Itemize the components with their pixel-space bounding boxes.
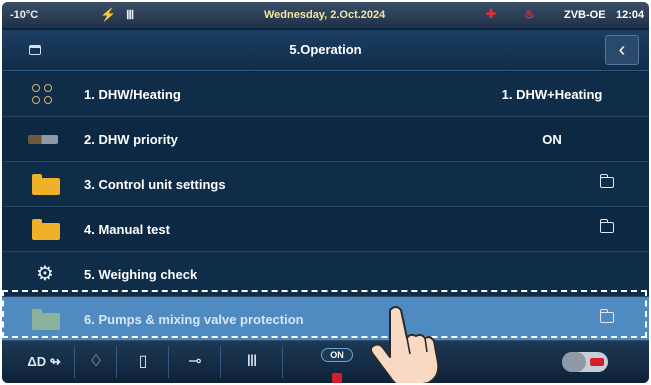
touch-hand-icon xyxy=(370,306,440,383)
menu-item-dhw-priority[interactable]: 2. DHW priority ON xyxy=(2,117,649,162)
menu-item-value: ON xyxy=(542,132,562,147)
mode-label: ΔD xyxy=(27,354,47,369)
menu-list: 1. DHW/Heating 1. DHW+Heating 2. DHW pri… xyxy=(2,72,649,342)
folder-icon xyxy=(32,309,60,330)
chevron-left-icon: ‹ xyxy=(618,39,626,61)
menu-item-label: 6. Pumps & mixing valve protection xyxy=(84,312,304,327)
menu-item-label: 1. DHW/Heating xyxy=(84,87,181,102)
folder-icon xyxy=(32,174,60,195)
alarm-icon[interactable]: ⚡ xyxy=(100,7,116,22)
status-bar: -10°C ⚡ Ⅲ Wednesday, 2.Oct.2024 ✚ ♨ ZVB-… xyxy=(2,2,649,28)
open-folder-icon[interactable] xyxy=(599,219,614,233)
back-button[interactable]: ‹ xyxy=(605,35,639,65)
flame-button[interactable]: ♢ xyxy=(76,346,117,378)
pump-icon: ✚ xyxy=(486,7,497,21)
menu-item-control-unit-settings[interactable]: 3. Control unit settings xyxy=(2,162,649,207)
header: 5.Operation ‹ xyxy=(2,30,649,71)
stop-icon xyxy=(332,373,342,383)
menu-item-dhw-heating[interactable]: 1. DHW/Heating 1. DHW+Heating xyxy=(2,72,649,117)
toggle-knob xyxy=(562,352,586,372)
radiator-button[interactable]: Ⅲ xyxy=(222,346,283,378)
dhw-priority-icon xyxy=(28,135,58,144)
menu-item-manual-test[interactable]: 4. Manual test xyxy=(2,207,649,252)
status-time: 12:04 xyxy=(616,9,645,21)
burner-icon: ♨ xyxy=(524,7,535,21)
radiator-icon: Ⅲ xyxy=(246,353,258,370)
tap-button[interactable]: ⊸ xyxy=(170,346,221,378)
menu-item-pumps-mixing-valve-protection[interactable]: 6. Pumps & mixing valve protection xyxy=(2,297,649,342)
folder-icon xyxy=(32,219,60,240)
onoff-button[interactable]: ON xyxy=(302,345,372,383)
status-date: Wednesday, 2.Oct.2024 xyxy=(264,9,386,21)
radiator-icon: Ⅲ xyxy=(126,8,135,22)
app-window: -10°C ⚡ Ⅲ Wednesday, 2.Oct.2024 ✚ ♨ ZVB-… xyxy=(2,2,649,383)
page-title: 5.Operation xyxy=(289,42,362,57)
device-name: ZVB-OE xyxy=(564,9,606,21)
power-off-indicator xyxy=(590,358,604,366)
dots-icon xyxy=(32,84,58,104)
menu-item-label: 2. DHW priority xyxy=(84,132,178,147)
boiler-icon: ▯ xyxy=(138,353,148,370)
menu-item-label: 5. Weighing check xyxy=(84,267,198,282)
power-toggle[interactable] xyxy=(562,352,608,372)
open-folder-icon[interactable] xyxy=(599,174,614,188)
menu-item-value: 1. DHW+Heating xyxy=(501,87,603,102)
open-folder-icon[interactable] xyxy=(599,309,614,323)
menu-item-label: 4. Manual test xyxy=(84,222,170,237)
onoff-label: ON xyxy=(321,348,353,362)
bottom-toolbar: ΔD ↬ ♢ ▯ ⊸ Ⅲ ON xyxy=(2,340,649,383)
mode-button[interactable]: ΔD ↬ xyxy=(14,346,75,378)
boiler-button[interactable]: ▯ xyxy=(118,346,169,378)
heat-pump-icon: ↬ xyxy=(49,354,61,369)
menu-item-label: 3. Control unit settings xyxy=(84,177,226,192)
gear-icon: ⚙ xyxy=(36,263,54,285)
tap-icon: ⊸ xyxy=(188,353,202,370)
outdoor-temperature: -10°C xyxy=(10,9,39,21)
flame-icon: ♢ xyxy=(88,353,104,370)
menu-item-weighing-check[interactable]: ⚙ 5. Weighing check xyxy=(2,252,649,297)
